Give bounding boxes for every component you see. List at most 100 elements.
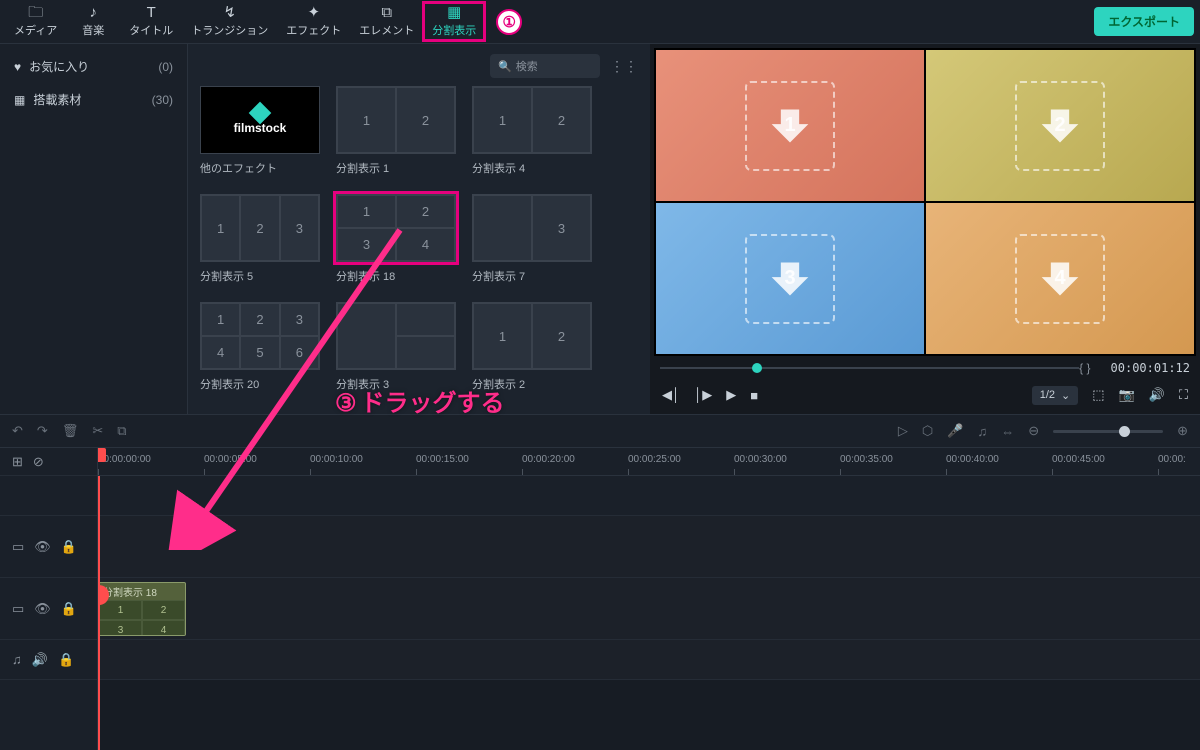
preset-split-3[interactable]: 分割表示 3 [336, 302, 456, 392]
preset-caption: 分割表示 7 [472, 268, 592, 284]
preset-split-4[interactable]: 12 分割表示 4 [472, 86, 592, 176]
tab-label: エフェクト [286, 22, 341, 38]
preset-split-1[interactable]: 12 分割表示 1 [336, 86, 456, 176]
zoom-knob[interactable] [1119, 426, 1130, 437]
stop-icon[interactable]: ■ [750, 388, 758, 403]
track-header-audio[interactable]: ♫🔊🔒 [0, 640, 97, 680]
unlink-icon[interactable]: ⊘ [33, 454, 44, 470]
preview-pane-1[interactable]: 1 [656, 50, 924, 201]
top-nav: 🗀メディア ♪音楽 T タイトル ↯トランジション ✦エフェクト ⧉エレメント ▦… [0, 0, 1200, 44]
preview-controls: ◀│ │▶ ▶ ■ 1/2⌄ ⬚ 📷 🔊 ⛶ [650, 376, 1200, 414]
track-video1[interactable] [98, 516, 1200, 578]
eye-icon[interactable]: 👁 [34, 539, 51, 555]
track-header-tools: ⊞ ⊘ [0, 448, 97, 476]
preset-split-20[interactable]: 123456 分割表示 20 [200, 302, 320, 392]
trash-icon[interactable]: 🗑 [62, 423, 79, 439]
track-audio[interactable] [98, 640, 1200, 680]
lock-icon[interactable]: 🔒 [61, 601, 77, 617]
undo-icon[interactable]: ↶ [12, 423, 23, 439]
sidebar-item-label: 搭載素材 [33, 91, 81, 108]
add-track-icon[interactable]: ⊞ [12, 454, 23, 470]
search-input[interactable]: 🔍検索 [490, 54, 600, 78]
lock-icon[interactable]: 🔒 [58, 652, 74, 668]
clip-title: 分割表示 18 [99, 583, 185, 600]
preview-panel: 1 2 3 4 { } 00:00:01:12 ◀│ │▶ ▶ ■ 1/2⌄ ⬚… [650, 44, 1200, 414]
preview-scrubber[interactable]: { } 00:00:01:12 [650, 360, 1200, 376]
preset-split-2[interactable]: 12 分割表示 2 [472, 302, 592, 392]
crop-icon[interactable]: ⧉ [117, 423, 126, 439]
sidebar-item-count: (30) [152, 93, 173, 107]
tab-effect[interactable]: ✦エフェクト [278, 3, 349, 40]
play-range-icon[interactable]: ▷ [898, 423, 908, 439]
zoom-slider[interactable] [1053, 430, 1163, 433]
shapes-icon: ⧉ [381, 5, 392, 20]
sidebar-item-builtin[interactable]: ▦搭載素材 (30) [0, 83, 187, 116]
timeline-ruler[interactable]: 00:00:00:00 00:00:05:00 00:00:10:00 00:0… [98, 448, 1200, 476]
audio-mixer-icon[interactable]: ♫ [977, 424, 987, 439]
preview-pane-3[interactable]: 3 [656, 203, 924, 354]
tab-title[interactable]: T タイトル [121, 3, 181, 40]
fullscreen-icon[interactable]: ⛶ [1179, 387, 1188, 403]
next-frame-icon[interactable]: │▶ [694, 387, 712, 403]
tab-element[interactable]: ⧉エレメント [351, 3, 422, 40]
ruler-tick: 00:00:45:00 [1052, 454, 1105, 465]
ruler-tick: 00:00:40:00 [946, 454, 999, 465]
track-spacer [98, 476, 1200, 516]
fit-icon[interactable]: ⇔ [1001, 424, 1014, 439]
preset-caption: 分割表示 4 [472, 160, 592, 176]
speaker-icon[interactable]: 🔊 [32, 652, 48, 668]
tab-media[interactable]: 🗀メディア [6, 3, 65, 40]
scrub-head[interactable] [752, 363, 762, 373]
marker-icon[interactable]: ⬡ [922, 423, 933, 439]
preset-caption: 分割表示 1 [336, 160, 456, 176]
tab-music[interactable]: ♪音楽 [67, 3, 119, 40]
play-icon[interactable]: ▶ [726, 387, 736, 403]
tab-splitscreen[interactable]: ▦分割表示 [424, 3, 484, 40]
view-grid-icon[interactable]: ⋮⋮ [610, 58, 638, 75]
preview-pane-2[interactable]: 2 [926, 50, 1194, 201]
timeline-clip-split18[interactable]: 分割表示 18 1 2 3 4 [98, 582, 186, 636]
export-button[interactable]: エクスポート [1094, 7, 1194, 36]
track-header-video1[interactable]: ▭ 👁 🔒 [0, 516, 97, 578]
preset-split-5[interactable]: 123 分割表示 5 [200, 194, 320, 284]
cut-icon[interactable]: ✂ [92, 423, 103, 439]
lock-icon[interactable]: 🔒 [61, 539, 77, 555]
heart-icon: ♥ [14, 60, 21, 74]
tab-label: タイトル [129, 22, 173, 38]
preview-pane-4[interactable]: 4 [926, 203, 1194, 354]
ruler-tick: 00:00:20:00 [522, 454, 575, 465]
prev-frame-icon[interactable]: ◀│ [662, 387, 680, 403]
tab-transition[interactable]: ↯トランジション [183, 3, 276, 40]
redo-icon[interactable]: ↷ [37, 423, 48, 439]
ruler-tick: 00:00:25:00 [628, 454, 681, 465]
preset-grid: filmstock 他のエフェクト 12 分割表示 1 12 分割表示 4 12… [200, 86, 638, 392]
text-icon: T [147, 5, 156, 20]
music-icon: ♪ [89, 5, 97, 20]
timeline-tracks[interactable]: 00:00:00:00 00:00:05:00 00:00:10:00 00:0… [98, 448, 1200, 750]
volume-icon[interactable]: 🔊 [1149, 387, 1165, 403]
track-header-video2[interactable]: ▭👁🔒 [0, 578, 97, 640]
zoom-out-icon[interactable]: ⊖ [1028, 423, 1039, 439]
mic-icon[interactable]: 🎤 [947, 423, 963, 439]
track-video2[interactable]: 分割表示 18 1 2 3 4 [98, 578, 1200, 640]
film-icon: ▭ [12, 539, 24, 555]
zoom-select[interactable]: 1/2⌄ [1032, 386, 1079, 405]
zoom-in-icon[interactable]: ⊕ [1177, 423, 1188, 439]
sidebar: ♥お気に入り (0) ▦搭載素材 (30) [0, 44, 188, 414]
snapshot-icon[interactable]: 📷 [1119, 387, 1135, 403]
filmstock-logo [252, 105, 268, 121]
eye-icon[interactable]: 👁 [34, 601, 51, 617]
preset-filmstock[interactable]: filmstock 他のエフェクト [200, 86, 320, 176]
preset-browser: 🔍検索 ⋮⋮ filmstock 他のエフェクト 12 分割表示 1 12 分割… [188, 44, 650, 414]
track-header-spacer [0, 476, 97, 516]
annotation-badge-1: ① [496, 9, 522, 35]
preset-split-7[interactable]: 3 分割表示 7 [472, 194, 592, 284]
playhead[interactable] [98, 476, 100, 750]
ruler-tick: 00:00:15:00 [416, 454, 469, 465]
quality-icon[interactable]: ⬚ [1092, 387, 1104, 403]
preset-caption: 分割表示 5 [200, 268, 320, 284]
preset-split-18[interactable]: 1234 分割表示 18 [336, 194, 456, 284]
sidebar-item-favorites[interactable]: ♥お気に入り (0) [0, 50, 187, 83]
transition-icon: ↯ [223, 5, 236, 20]
preview-canvas[interactable]: 1 2 3 4 [654, 48, 1196, 356]
